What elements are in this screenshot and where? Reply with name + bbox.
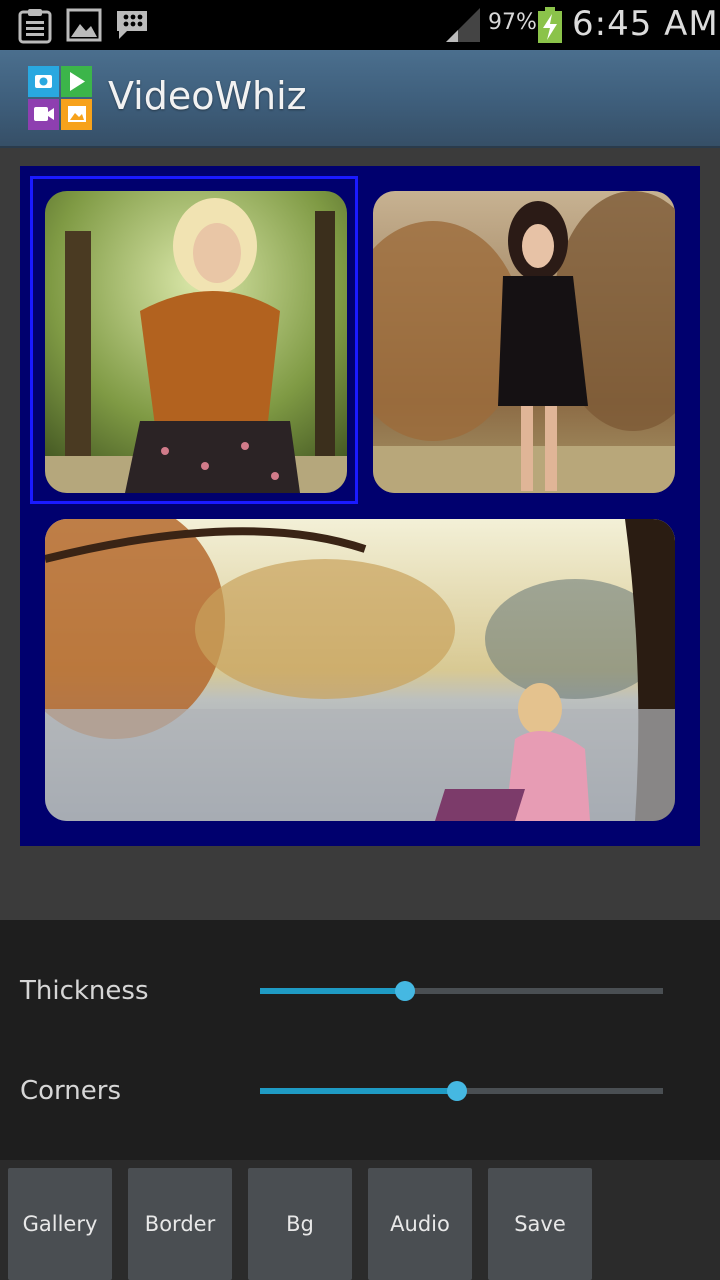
thickness-label: Thickness bbox=[20, 976, 149, 1006]
photo-girl-by-lake bbox=[45, 519, 675, 821]
clock: 6:45 AM bbox=[572, 4, 719, 44]
thickness-slider[interactable] bbox=[260, 975, 663, 1005]
collage-photo-3[interactable] bbox=[45, 519, 675, 821]
corners-label: Corners bbox=[20, 1076, 122, 1106]
bbm-icon bbox=[117, 11, 147, 39]
gallery-button[interactable]: Gallery bbox=[8, 1168, 112, 1280]
bg-button[interactable]: Bg bbox=[248, 1168, 352, 1280]
slider-fill bbox=[260, 988, 406, 994]
image-icon bbox=[66, 8, 102, 42]
status-bar: 97% 6:45 AM bbox=[0, 0, 720, 50]
photo-woman-scarf bbox=[45, 191, 347, 493]
bottom-button-bar: Gallery Border Bg Audio Save bbox=[0, 1160, 720, 1280]
slider-fill bbox=[260, 1088, 458, 1094]
battery-percent: 97% bbox=[488, 10, 537, 35]
border-button[interactable]: Border bbox=[128, 1168, 232, 1280]
slider-thumb[interactable] bbox=[395, 981, 416, 1001]
signal-icon bbox=[446, 8, 480, 42]
corners-slider[interactable] bbox=[260, 1075, 663, 1105]
action-bar: VideoWhiz bbox=[0, 50, 720, 148]
app-title: VideoWhiz bbox=[108, 74, 307, 118]
clipboard-icon bbox=[18, 9, 52, 44]
collage-photo-1[interactable] bbox=[45, 191, 347, 493]
slider-thumb[interactable] bbox=[447, 1081, 468, 1101]
battery-charging-icon bbox=[538, 7, 562, 43]
collage-canvas[interactable] bbox=[20, 166, 700, 846]
photo-woman-black-dress bbox=[373, 191, 675, 493]
controls-panel: Thickness Corners bbox=[0, 920, 720, 1160]
videowhiz-logo-icon[interactable] bbox=[28, 66, 92, 130]
save-button[interactable]: Save bbox=[488, 1168, 592, 1280]
collage-photo-2[interactable] bbox=[373, 191, 675, 493]
audio-button[interactable]: Audio bbox=[368, 1168, 472, 1280]
